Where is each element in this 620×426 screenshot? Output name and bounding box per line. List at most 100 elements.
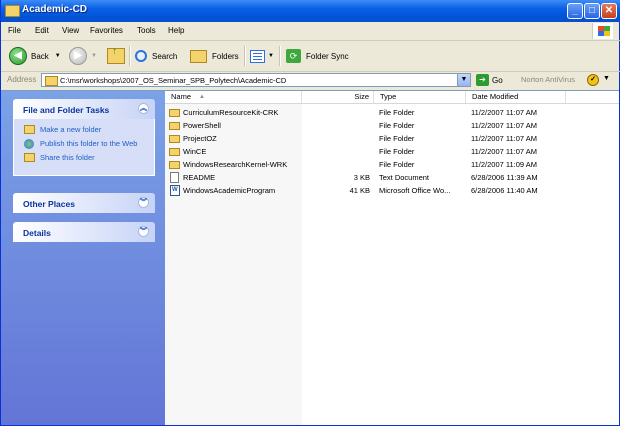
norton-antivirus-label[interactable]: Norton AntiVirus	[521, 75, 575, 84]
close-button[interactable]: ✕	[601, 3, 617, 19]
address-bar: Address C:\msr\workshops\2007_OS_Seminar…	[1, 72, 620, 89]
content-area: File and Folder Tasks ︽ Make a new folde…	[1, 90, 619, 425]
table-row[interactable]: ProjectOZ File Folder 11/2/2007 11:07 AM	[165, 132, 619, 145]
back-label: Back	[31, 51, 49, 61]
column-header-row: Name ▲ Size Type Date Modified	[165, 91, 619, 104]
cell-date: 11/2/2007 11:07 AM	[471, 108, 538, 117]
column-header-type[interactable]: Type	[374, 91, 466, 103]
maximize-button[interactable]: □	[584, 3, 600, 19]
window-title: Academic-CD	[22, 4, 88, 15]
file-list: Name ▲ Size Type Date Modified Curriculu…	[165, 91, 619, 425]
cell-name: WinCE	[183, 147, 207, 156]
chevron-down-icon[interactable]: ▼	[457, 74, 470, 86]
column-header-size[interactable]: Size	[302, 91, 374, 103]
cell-type: Microsoft Office Wo...	[379, 186, 451, 195]
share-folder-icon	[24, 153, 35, 162]
text-document-icon	[170, 172, 179, 183]
table-row[interactable]: WinCE File Folder 11/2/2007 11:07 AM	[165, 145, 619, 158]
go-label: Go	[492, 75, 503, 85]
folders-button[interactable]: Folders	[190, 46, 239, 66]
folder-sync-button[interactable]: ⟳ Folder Sync	[286, 46, 349, 66]
folder-icon	[169, 135, 180, 143]
file-folder-tasks-panel: File and Folder Tasks ︽ Make a new folde…	[13, 99, 155, 176]
expand-chevron-icon[interactable]: ︾	[138, 197, 149, 208]
menu-bar: File Edit View Favorites Tools Help	[1, 22, 620, 41]
views-icon	[250, 49, 265, 63]
title-bar[interactable]: Academic-CD _ □ ✕	[1, 0, 620, 22]
windows-logo-icon	[592, 23, 613, 39]
cell-size: 41 KB	[349, 186, 370, 195]
cell-type: File Folder	[379, 121, 415, 130]
sort-ascending-icon: ▲	[199, 94, 205, 100]
task-label: Share this folder	[40, 153, 95, 162]
folder-icon	[169, 122, 180, 130]
folder-icon	[169, 161, 180, 169]
cell-type: File Folder	[379, 147, 415, 156]
up-folder-icon: ↑	[107, 46, 125, 64]
cell-name: CurriculumResourceKit-CRK	[183, 108, 279, 117]
cell-date: 11/2/2007 11:09 AM	[471, 160, 538, 169]
cell-name: ProjectOZ	[183, 134, 217, 143]
chevron-down-icon[interactable]: ▼	[603, 75, 610, 82]
minimize-button[interactable]: _	[567, 3, 583, 19]
back-button[interactable]: ◀ Back ▼	[9, 46, 61, 66]
cell-type: File Folder	[379, 108, 415, 117]
task-label: Publish this folder to the Web	[40, 139, 138, 148]
menu-tools[interactable]: Tools	[137, 26, 156, 35]
go-arrow-icon: ➔	[476, 74, 489, 86]
menu-help[interactable]: Help	[168, 26, 184, 35]
cell-name: WindowsAcademicProgram	[183, 186, 276, 195]
folder-icon	[169, 148, 180, 156]
address-path: C:\msr\workshops\2007_OS_Seminar_SPB_Pol…	[60, 76, 287, 85]
search-label: Search	[152, 51, 178, 61]
cell-date: 11/2/2007 11:07 AM	[471, 134, 538, 143]
toolbar: ◀ Back ▼ ▶ ▼ ↑ Search Folders ▼ ⟳ Folder…	[1, 41, 620, 72]
panel-header[interactable]: Other Places ︾	[13, 193, 155, 213]
menu-edit[interactable]: Edit	[35, 26, 49, 35]
details-panel: Details ︾	[13, 222, 155, 242]
column-header-name[interactable]: Name ▲	[165, 91, 302, 103]
sync-icon: ⟳	[286, 49, 301, 63]
collapse-chevron-icon[interactable]: ︽	[138, 103, 149, 114]
cell-type: File Folder	[379, 134, 415, 143]
cell-date: 11/2/2007 11:07 AM	[471, 121, 538, 130]
task-pane: File and Folder Tasks ︽ Make a new folde…	[1, 91, 165, 425]
table-row[interactable]: README 3 KB Text Document 6/28/2006 11:39 A…	[165, 171, 619, 184]
folders-label: Folders	[212, 51, 239, 61]
folder-icon	[45, 76, 58, 86]
search-icon	[135, 50, 147, 62]
cell-date: 6/28/2006 11:40 AM	[471, 186, 538, 195]
table-row[interactable]: PowerShell File Folder 11/2/2007 11:07 AM	[165, 119, 619, 132]
cell-name: README	[183, 173, 216, 182]
table-row[interactable]: WindowsAcademicProgram 41 KB Microsoft Off…	[165, 184, 619, 197]
cell-type: File Folder	[379, 160, 415, 169]
task-share-folder[interactable]: Share this folder	[24, 153, 146, 162]
expand-chevron-icon[interactable]: ︾	[138, 226, 149, 237]
forward-button[interactable]: ▶ ▼	[69, 46, 97, 66]
address-input[interactable]: C:\msr\workshops\2007_OS_Seminar_SPB_Pol…	[41, 73, 471, 87]
folder-icon	[169, 109, 180, 117]
panel-title: Other Places	[23, 199, 75, 209]
panel-header[interactable]: Details ︾	[13, 222, 155, 242]
folder-icon	[5, 5, 20, 17]
menu-file[interactable]: File	[8, 26, 21, 35]
go-button[interactable]: ➔ Go	[476, 74, 503, 86]
task-publish-to-web[interactable]: Publish this folder to the Web	[24, 139, 146, 149]
panel-header[interactable]: File and Folder Tasks ︽	[13, 99, 155, 119]
menu-view[interactable]: View	[62, 26, 79, 35]
column-header-date-modified[interactable]: Date Modified	[466, 91, 566, 103]
chevron-down-icon: ▼	[91, 53, 97, 59]
menu-favorites[interactable]: Favorites	[90, 26, 123, 35]
folder-sync-label: Folder Sync	[306, 51, 349, 61]
table-row[interactable]: WindowsResearchKernel-WRK File Folder 11/2…	[165, 158, 619, 171]
table-row[interactable]: CurriculumResourceKit-CRK File Folder 11/2…	[165, 106, 619, 119]
norton-shield-icon[interactable]: ✓	[587, 74, 599, 86]
up-folder-button[interactable]: ↑	[107, 46, 125, 66]
cell-date: 6/28/2006 11:39 AM	[471, 173, 538, 182]
views-button[interactable]: ▼	[250, 46, 274, 66]
task-make-new-folder[interactable]: Make a new folder	[24, 125, 146, 134]
back-arrow-icon: ◀	[9, 47, 27, 65]
search-button[interactable]: Search	[135, 46, 177, 66]
cell-size: 3 KB	[353, 173, 370, 182]
chevron-down-icon: ▼	[268, 53, 274, 59]
